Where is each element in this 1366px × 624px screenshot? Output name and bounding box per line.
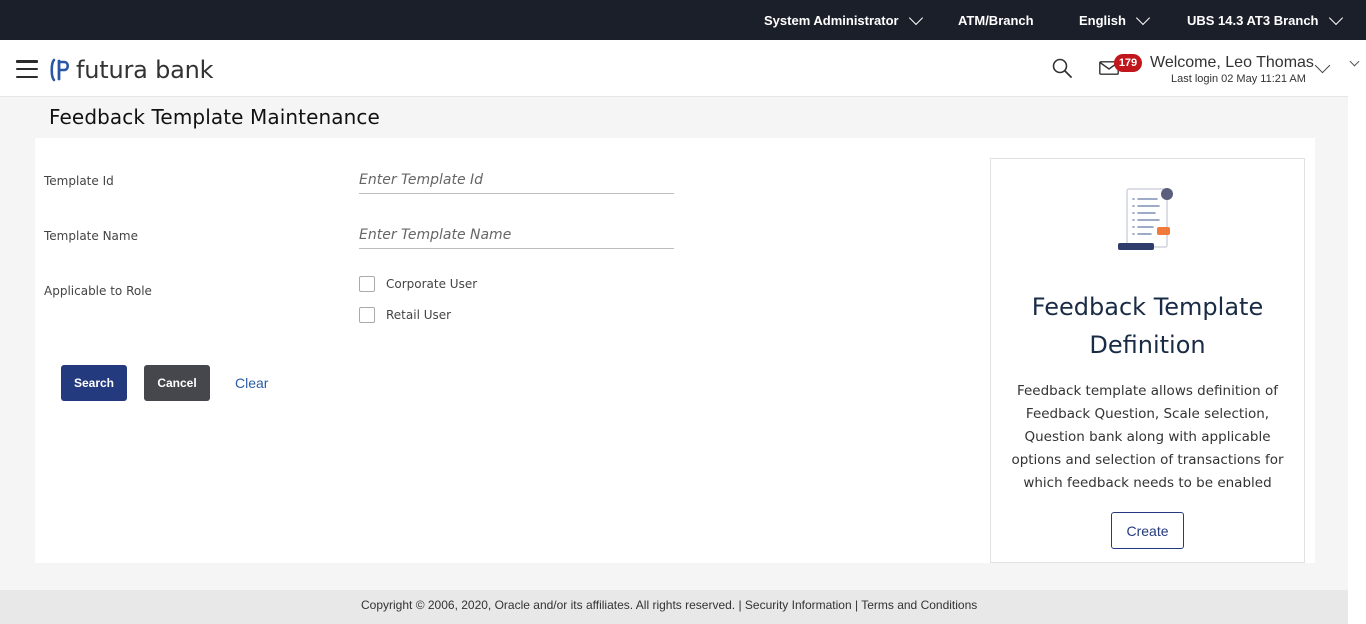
retail-user-option[interactable]: Retail User: [359, 307, 451, 323]
search-icon[interactable]: [1052, 58, 1072, 78]
template-id-label: Template Id: [44, 174, 114, 188]
info-description: Feedback template allows definition of F…: [1011, 383, 1284, 491]
logo-mark-icon: [50, 58, 70, 82]
page-title: Feedback Template Maintenance: [49, 105, 380, 129]
branch-selector[interactable]: UBS 14.3 AT3 Branch: [1187, 10, 1343, 28]
bank-logo[interactable]: futura bank: [50, 56, 214, 84]
corporate-user-label: Corporate User: [386, 277, 478, 291]
menu-icon[interactable]: [16, 60, 38, 78]
chevron-down-icon: [1328, 10, 1343, 25]
create-button[interactable]: Create: [1111, 512, 1184, 549]
language-label: English: [1079, 13, 1126, 28]
app-header: futura bank: [0, 40, 1348, 97]
chevron-down-icon: [908, 10, 923, 25]
clear-link[interactable]: Clear: [235, 375, 268, 391]
search-button[interactable]: Search: [61, 365, 127, 401]
channel-label: ATM/Branch: [958, 13, 1034, 28]
corporate-user-option[interactable]: Corporate User: [359, 276, 477, 292]
footer-copyright: Copyright © 2006, 2020, Oracle and/or it…: [361, 598, 978, 612]
role-field-label: Applicable to Role: [44, 284, 152, 298]
top-bar: System Administrator ATM/Branch English …: [0, 0, 1366, 40]
document-icon: [1118, 188, 1173, 250]
last-login-text: Last login 02 May 11:21 AM: [1171, 73, 1306, 85]
retail-user-label: Retail User: [386, 308, 452, 322]
template-id-input[interactable]: [359, 166, 674, 194]
cancel-button[interactable]: Cancel: [144, 365, 210, 401]
corporate-user-checkbox[interactable]: [359, 276, 375, 292]
welcome-text[interactable]: Welcome, Leo Thomas: [1150, 54, 1314, 72]
language-selector[interactable]: English: [1079, 10, 1151, 28]
info-title: Feedback Template Definition: [1031, 293, 1264, 359]
footer: Copyright © 2006, 2020, Oracle and/or it…: [0, 590, 1348, 624]
channel-link[interactable]: ATM/Branch: [958, 13, 1034, 28]
role-label: System Administrator: [764, 13, 899, 28]
chevron-down-icon: [1135, 10, 1151, 25]
notification-badge[interactable]: 179: [1114, 54, 1142, 72]
template-name-input[interactable]: [359, 221, 674, 249]
branch-label: UBS 14.3 AT3 Branch: [1187, 13, 1319, 28]
scrollbar[interactable]: [1348, 40, 1366, 624]
role-selector[interactable]: System Administrator: [764, 10, 923, 28]
template-name-label: Template Name: [44, 229, 138, 243]
logo-text: futura bank: [76, 56, 214, 84]
retail-user-checkbox[interactable]: [359, 307, 375, 323]
scroll-arrow-icon[interactable]: [1349, 56, 1360, 67]
